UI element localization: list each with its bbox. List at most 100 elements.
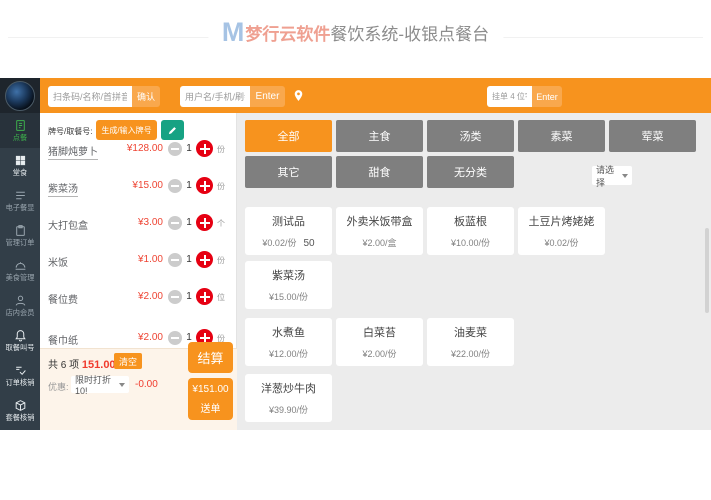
discount-label: 优惠: bbox=[48, 380, 69, 393]
confirm-button[interactable]: 确认 bbox=[132, 86, 160, 107]
cart-item-price: ¥3.00 bbox=[138, 217, 163, 228]
scrollbar-thumb[interactable] bbox=[705, 228, 709, 313]
sidebar-item-members[interactable]: 店内会员 bbox=[0, 288, 40, 323]
user-avatar-box[interactable] bbox=[0, 78, 40, 113]
cart-item-quantity: 1 bbox=[184, 180, 194, 191]
checkout-button[interactable]: 结算 bbox=[188, 342, 233, 373]
product-row: 水煮鱼 ¥12.00/份 白菜苔 ¥2.00/份 油麦菜 ¥22.00/份 bbox=[245, 318, 514, 366]
quantity-decrease-button[interactable] bbox=[168, 253, 182, 267]
member-enter-button[interactable]: Enter bbox=[250, 86, 285, 107]
cart-item-unit: 位 bbox=[217, 292, 225, 303]
cart-panel: 牌号/取餐号: 生成/输入牌号 猪脚炖萝卜 ¥128.00 1 份 紫菜汤 ¥1… bbox=[40, 113, 237, 430]
pencil-icon bbox=[167, 125, 178, 136]
brand-logo: M bbox=[222, 19, 243, 46]
cart-item-price: ¥2.00 bbox=[138, 291, 163, 302]
verify-check-icon bbox=[14, 364, 27, 377]
sidebar-item-food-mgmt[interactable]: 美食管理 bbox=[0, 253, 40, 288]
bell-icon bbox=[14, 329, 27, 342]
cart-item-price: ¥128.00 bbox=[127, 143, 163, 154]
clear-cart-button[interactable]: 清空 bbox=[114, 353, 142, 369]
scan-input[interactable] bbox=[48, 86, 132, 107]
product-price: ¥22.00/份 bbox=[451, 347, 490, 360]
product-price: ¥0.02/份 bbox=[544, 236, 578, 249]
product-price: ¥39.90/份 bbox=[269, 403, 308, 416]
quantity-decrease-button[interactable] bbox=[168, 216, 182, 230]
product-name: 测试品 bbox=[272, 213, 305, 229]
category-row: 全部 主食 汤类 素菜 荤菜 bbox=[245, 120, 696, 152]
quantity-decrease-button[interactable] bbox=[168, 142, 182, 156]
sidebar-item-call-number[interactable]: 取餐叫号 bbox=[0, 323, 40, 358]
hold-enter-button[interactable]: Enter bbox=[532, 86, 562, 107]
cart-item-name[interactable]: 餐位费 bbox=[48, 291, 78, 306]
category-tab[interactable]: 主食 bbox=[336, 120, 423, 152]
cart-item-name[interactable]: 餐巾纸 bbox=[48, 332, 78, 347]
quantity-decrease-button[interactable] bbox=[168, 179, 182, 193]
product-card[interactable]: 水煮鱼 ¥12.00/份 bbox=[245, 318, 332, 366]
cart-item-name[interactable]: 大打包盒 bbox=[48, 217, 88, 232]
product-card[interactable]: 板蓝根 ¥10.00/份 bbox=[427, 207, 514, 255]
brand-name: 梦行云软件 bbox=[245, 20, 330, 45]
restore-select[interactable]: 请选择 bbox=[592, 166, 632, 185]
category-tab[interactable]: 汤类 bbox=[427, 120, 514, 152]
product-card[interactable]: 外卖米饭带盒 ¥2.00/盒 bbox=[336, 207, 423, 255]
product-card[interactable]: 洋葱炒牛肉 ¥39.90/份 bbox=[245, 374, 332, 422]
quantity-increase-button[interactable] bbox=[196, 251, 213, 268]
category-tab[interactable]: 甜食 bbox=[336, 156, 423, 188]
hold-order-input[interactable] bbox=[487, 86, 532, 107]
product-card[interactable]: 土豆片烤姥姥 ¥0.02/份 bbox=[518, 207, 605, 255]
location-pin-icon[interactable] bbox=[292, 89, 305, 102]
sidebar-item-emenu[interactable]: 电子餐显 bbox=[0, 183, 40, 218]
category-tab[interactable]: 无分类 bbox=[427, 156, 514, 188]
sidebar-item-combo-verify[interactable]: 套餐核销 bbox=[0, 393, 40, 428]
list-icon bbox=[14, 189, 27, 202]
quantity-increase-button[interactable] bbox=[196, 214, 213, 231]
product-price: ¥0.02/份 bbox=[262, 236, 296, 249]
product-price: ¥12.00/份 bbox=[269, 347, 308, 360]
member-input[interactable] bbox=[180, 86, 250, 107]
product-name: 外卖米饭带盒 bbox=[347, 213, 413, 229]
send-order-total: ¥151.00 bbox=[192, 384, 228, 395]
send-order-button[interactable]: ¥151.00 送单 bbox=[188, 378, 233, 420]
category-tab[interactable]: 荤菜 bbox=[609, 120, 696, 152]
quantity-decrease-button[interactable] bbox=[168, 331, 182, 345]
cart-item-name[interactable]: 猪脚炖萝卜 bbox=[48, 143, 98, 160]
category-tab-all[interactable]: 全部 bbox=[245, 120, 332, 152]
product-stock: 50 bbox=[303, 238, 314, 249]
cart-item-row: 米饭 ¥1.00 1 份 bbox=[40, 249, 237, 271]
cart-item-quantity: 1 bbox=[184, 254, 194, 265]
cart-item-quantity: 1 bbox=[184, 291, 194, 302]
cart-item-unit: 份 bbox=[217, 144, 225, 155]
cart-item-row: 大打包盒 ¥3.00 1 个 bbox=[40, 212, 237, 234]
product-card[interactable]: 测试品 ¥0.02/份 50 bbox=[245, 207, 332, 255]
quantity-decrease-button[interactable] bbox=[168, 290, 182, 304]
product-name: 土豆片烤姥姥 bbox=[529, 213, 595, 229]
quantity-increase-button[interactable] bbox=[196, 140, 213, 157]
discount-select[interactable]: 限时打折10! bbox=[71, 376, 129, 393]
product-card[interactable]: 紫菜汤 ¥15.00/份 bbox=[245, 261, 332, 309]
product-row: 洋葱炒牛肉 ¥39.90/份 bbox=[245, 374, 332, 422]
product-name: 水煮鱼 bbox=[272, 324, 305, 340]
sidebar-item-order[interactable]: 点餐 bbox=[0, 113, 40, 148]
quantity-increase-button[interactable] bbox=[196, 177, 213, 194]
sidebar-item-order-verify[interactable]: 订单核销 bbox=[0, 358, 40, 393]
cart-item-name[interactable]: 米饭 bbox=[48, 254, 68, 269]
cart-item-unit: 份 bbox=[217, 181, 225, 192]
cart-item-name[interactable]: 紫菜汤 bbox=[48, 180, 78, 197]
product-name: 油麦菜 bbox=[454, 324, 487, 340]
category-tab[interactable]: 其它 bbox=[245, 156, 332, 188]
page-title: 餐饮系统-收银点餐台 bbox=[330, 20, 489, 45]
sidebar-item-dinein[interactable]: 堂食 bbox=[0, 148, 40, 183]
avatar bbox=[5, 81, 35, 111]
send-order-label: 送单 bbox=[201, 400, 221, 415]
order-receipt-icon bbox=[14, 119, 27, 132]
member-person-icon bbox=[14, 294, 27, 307]
product-card[interactable]: 油麦菜 ¥22.00/份 bbox=[427, 318, 514, 366]
product-card[interactable]: 白菜苔 ¥2.00/份 bbox=[336, 318, 423, 366]
ticket-number-label: 牌号/取餐号: bbox=[48, 126, 92, 137]
category-tab[interactable]: 素菜 bbox=[518, 120, 605, 152]
generate-ticket-button[interactable]: 生成/输入牌号 bbox=[96, 120, 157, 140]
quantity-increase-button[interactable] bbox=[196, 288, 213, 305]
sidebar-item-orders[interactable]: 管理订单 bbox=[0, 218, 40, 253]
food-cloche-icon bbox=[14, 259, 27, 272]
edit-ticket-button[interactable] bbox=[161, 120, 184, 140]
